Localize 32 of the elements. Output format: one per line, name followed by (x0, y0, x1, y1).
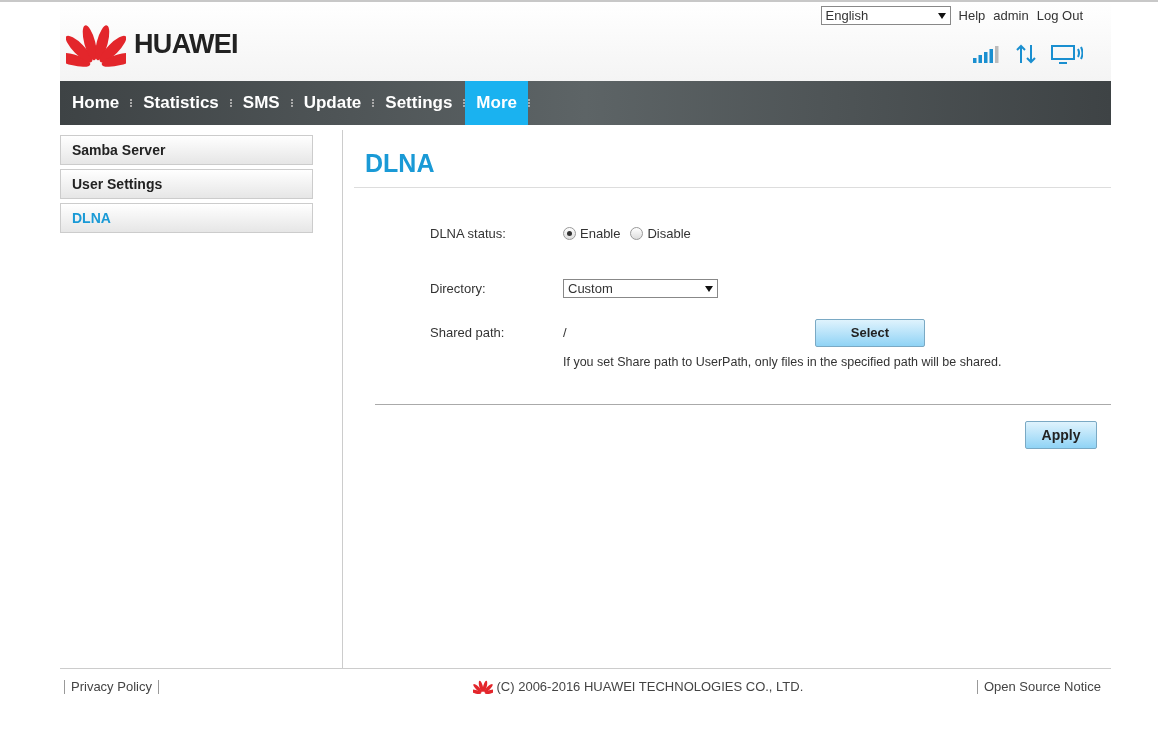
select-button[interactable]: Select (815, 318, 925, 347)
field-label: DLNA status: (430, 224, 507, 243)
hint-text: If you set Share path to UserPath, only files in the specified path will be shared. (563, 353, 1003, 371)
nav-tab[interactable]: Statistics (132, 81, 230, 125)
open-source-link[interactable]: Open Source Notice (976, 679, 1101, 694)
transfer-arrows-icon (1015, 43, 1037, 64)
nav-tab[interactable]: SMS (231, 81, 291, 125)
nav-tab[interactable]: Home (61, 81, 131, 125)
sidebar-item[interactable]: User Settings (60, 169, 313, 199)
radio-option[interactable]: Disable (630, 223, 691, 243)
nav-tab[interactable]: Settings (374, 81, 464, 125)
page-title: DLNA (365, 148, 436, 179)
field-label: Directory: (430, 280, 487, 298)
caret-icon (937, 12, 946, 19)
nav-tab[interactable]: Update (292, 81, 373, 125)
language-select[interactable]: English (820, 6, 951, 26)
privacy-link[interactable]: Privacy Policy (64, 679, 159, 694)
radio-option[interactable]: Enable (563, 223, 621, 243)
logo-icon (472, 678, 493, 695)
directory-select[interactable]: Custom (563, 279, 718, 299)
brand-name: HUAWEI (134, 28, 238, 62)
sidebar-item[interactable]: Samba Server (60, 135, 313, 165)
header-link[interactable]: Log Out (1036, 6, 1083, 26)
signal-icon (973, 44, 1001, 63)
field-label: Shared path: (430, 323, 506, 342)
path-value: / (563, 323, 568, 342)
caret-icon (705, 285, 713, 292)
copyright-text: (C) 2006-2016 HUAWEI TECHNOLOGIES CO., LTD. (496, 677, 804, 696)
monitor-icon (1051, 43, 1083, 64)
apply-button[interactable]: Apply (1025, 421, 1097, 450)
header-link[interactable]: Help (958, 6, 986, 26)
header-link[interactable]: admin (993, 6, 1029, 26)
